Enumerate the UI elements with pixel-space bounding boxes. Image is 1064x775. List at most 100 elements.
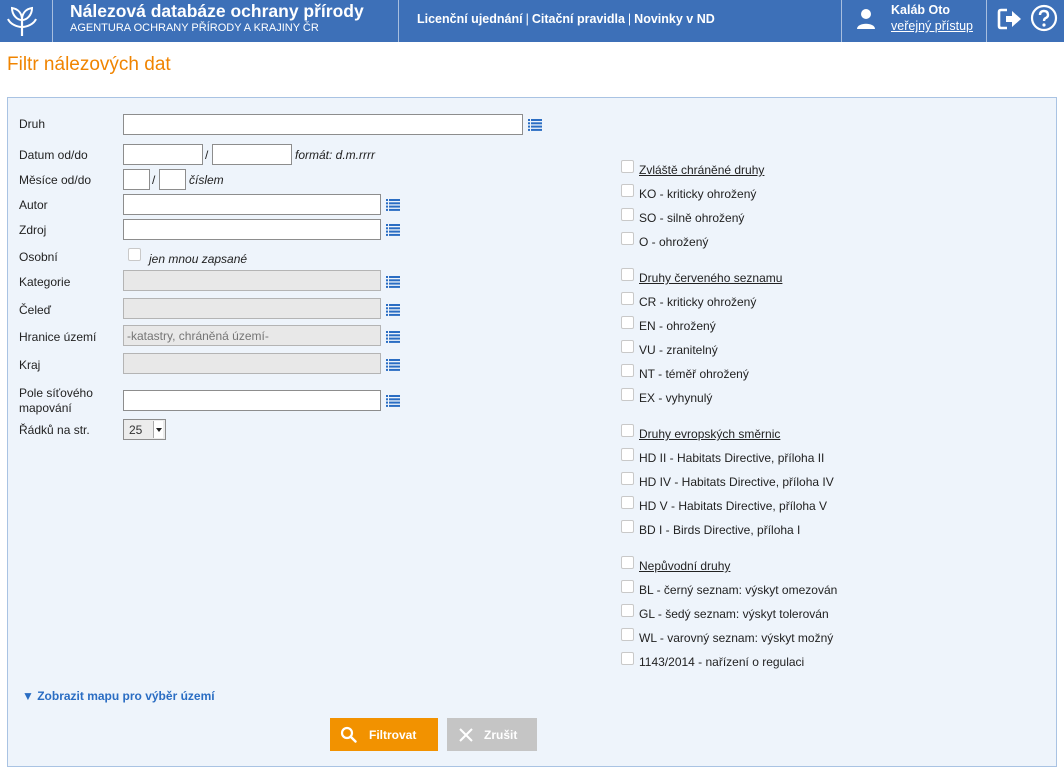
list-icon[interactable] <box>528 119 542 131</box>
protection-item-checkbox[interactable] <box>621 448 634 461</box>
user-access-link[interactable]: veřejný přístup <box>891 19 973 33</box>
protection-item-label: 1143/2014 - nařízení o regulaci <box>639 655 805 669</box>
header-divider <box>841 0 842 42</box>
protection-item-checkbox[interactable] <box>621 652 634 665</box>
top-header: Nálezová databáze ochrany přírody AGENTU… <box>0 0 1064 42</box>
protection-item-checkbox[interactable] <box>621 340 634 353</box>
cancel-button-label: Zrušit <box>484 728 518 742</box>
filter-button[interactable]: Filtrovat <box>330 718 438 751</box>
logout-icon[interactable] <box>997 6 1023 32</box>
aopk-logo-icon[interactable] <box>4 3 40 39</box>
nav-citation-link[interactable]: Citační pravidla <box>532 12 625 26</box>
pole-label-line2: mapování <box>19 401 72 415</box>
kategorie-label: Kategorie <box>19 275 71 289</box>
chevron-down-icon <box>153 421 163 438</box>
group-title-label: Zvláště chráněné druhy <box>639 163 765 177</box>
app-title[interactable]: Nálezová databáze ochrany přírody <box>70 1 364 22</box>
pole-label-line1: Pole síťového <box>19 386 93 400</box>
protection-item-label: KO - kriticky ohrožený <box>639 187 757 201</box>
protection-item-label: HD II - Habitats Directive, příloha II <box>639 451 825 465</box>
protection-item-checkbox[interactable] <box>621 496 634 509</box>
datum-label: Datum od/do <box>19 148 88 162</box>
protection-item-checkbox[interactable] <box>621 184 634 197</box>
protection-item-label: BD I - Birds Directive, příloha I <box>639 523 801 537</box>
protection-item-label: VU - zranitelný <box>639 343 718 357</box>
protection-item-checkbox[interactable] <box>621 364 634 377</box>
protection-item-label: HD IV - Habitats Directive, příloha IV <box>639 475 834 489</box>
protection-item-checkbox[interactable] <box>621 208 634 221</box>
list-icon[interactable] <box>386 331 400 343</box>
osobni-checkbox[interactable] <box>128 248 141 261</box>
list-icon[interactable] <box>386 359 400 371</box>
protection-item-checkbox[interactable] <box>621 292 634 305</box>
list-icon[interactable] <box>386 199 400 211</box>
header-divider <box>398 0 399 42</box>
protection-item-checkbox[interactable] <box>621 388 634 401</box>
filter-button-label: Filtrovat <box>369 728 417 742</box>
datum-from-input[interactable] <box>123 144 203 165</box>
protection-item-label: BL - černý seznam: výskyt omezován <box>639 583 838 597</box>
protection-item-label: CR - kriticky ohrožený <box>639 295 757 309</box>
protection-item-label: WL - varovný seznam: výskyt možný <box>639 631 834 645</box>
rows-per-page-select[interactable]: 25 <box>123 419 166 440</box>
nav-news-link[interactable]: Novinky v ND <box>634 12 715 26</box>
mesice-separator: / <box>152 173 156 187</box>
show-map-link[interactable]: ▼ Zobrazit mapu pro výběr území <box>22 689 215 703</box>
kraj-input[interactable] <box>123 353 381 374</box>
celed-label: Čeleď <box>19 303 52 317</box>
list-icon[interactable] <box>386 224 400 236</box>
help-icon[interactable] <box>1030 4 1058 32</box>
group-checkbox[interactable] <box>621 424 634 437</box>
druh-input[interactable] <box>123 114 523 135</box>
nav-licence-link[interactable]: Licenční ujednání <box>417 12 523 26</box>
hranice-input[interactable] <box>123 325 381 346</box>
protection-item-label: O - ohrožený <box>639 235 709 249</box>
user-icon <box>857 9 875 29</box>
radku-label: Řádků na str. <box>19 423 90 437</box>
group-checkbox[interactable] <box>621 268 634 281</box>
mesice-label: Měsíce od/do <box>19 173 92 187</box>
kraj-label: Kraj <box>19 358 41 372</box>
close-icon <box>459 728 473 742</box>
page-title: Filtr nálezových dat <box>7 54 171 75</box>
protection-item-label: NT - téměř ohrožený <box>639 367 749 381</box>
autor-input[interactable] <box>123 194 381 215</box>
protection-item-checkbox[interactable] <box>621 520 634 533</box>
protection-item-label: EX - vyhynulý <box>639 391 713 405</box>
osobni-label: Osobní <box>19 250 58 264</box>
user-name: Kaláb Oto <box>891 3 951 17</box>
celed-input[interactable] <box>123 298 381 319</box>
protection-item-checkbox[interactable] <box>621 580 634 593</box>
list-icon[interactable] <box>386 395 400 407</box>
protection-item-checkbox[interactable] <box>621 628 634 641</box>
group-title-label: Druhy evropských směrnic <box>639 427 781 441</box>
druh-label: Druh <box>19 117 46 131</box>
datum-separator: / <box>205 148 209 162</box>
protection-item-checkbox[interactable] <box>621 604 634 617</box>
mesice-from-input[interactable] <box>123 169 150 190</box>
group-checkbox[interactable] <box>621 556 634 569</box>
protection-item-checkbox[interactable] <box>621 472 634 485</box>
top-nav: Licenční ujednání | Citační pravidla | Novin… <box>417 12 715 26</box>
group-title-label: Druhy červeného seznamu <box>639 271 783 285</box>
mesice-hint: číslem <box>189 173 224 187</box>
protection-item-label: GL - šedý seznam: výskyt tolerován <box>639 607 829 621</box>
list-icon[interactable] <box>386 276 400 288</box>
pole-input[interactable] <box>123 390 381 411</box>
mesice-to-input[interactable] <box>159 169 186 190</box>
protection-item-label: SO - silně ohrožený <box>639 211 745 225</box>
datum-to-input[interactable] <box>212 144 292 165</box>
group-title-label: Nepůvodní druhy <box>639 559 731 573</box>
protection-item-checkbox[interactable] <box>621 316 634 329</box>
zdroj-input[interactable] <box>123 219 381 240</box>
header-divider <box>986 0 987 42</box>
protection-item-checkbox[interactable] <box>621 232 634 245</box>
search-icon <box>340 726 357 743</box>
datum-format-hint: formát: d.m.rrrr <box>295 148 375 162</box>
protection-item-label: HD V - Habitats Directive, příloha V <box>639 499 828 513</box>
rows-per-page-value: 25 <box>129 423 143 437</box>
list-icon[interactable] <box>386 304 400 316</box>
cancel-button[interactable]: Zrušit <box>447 718 537 751</box>
group-checkbox[interactable] <box>621 160 634 173</box>
kategorie-input[interactable] <box>123 270 381 291</box>
